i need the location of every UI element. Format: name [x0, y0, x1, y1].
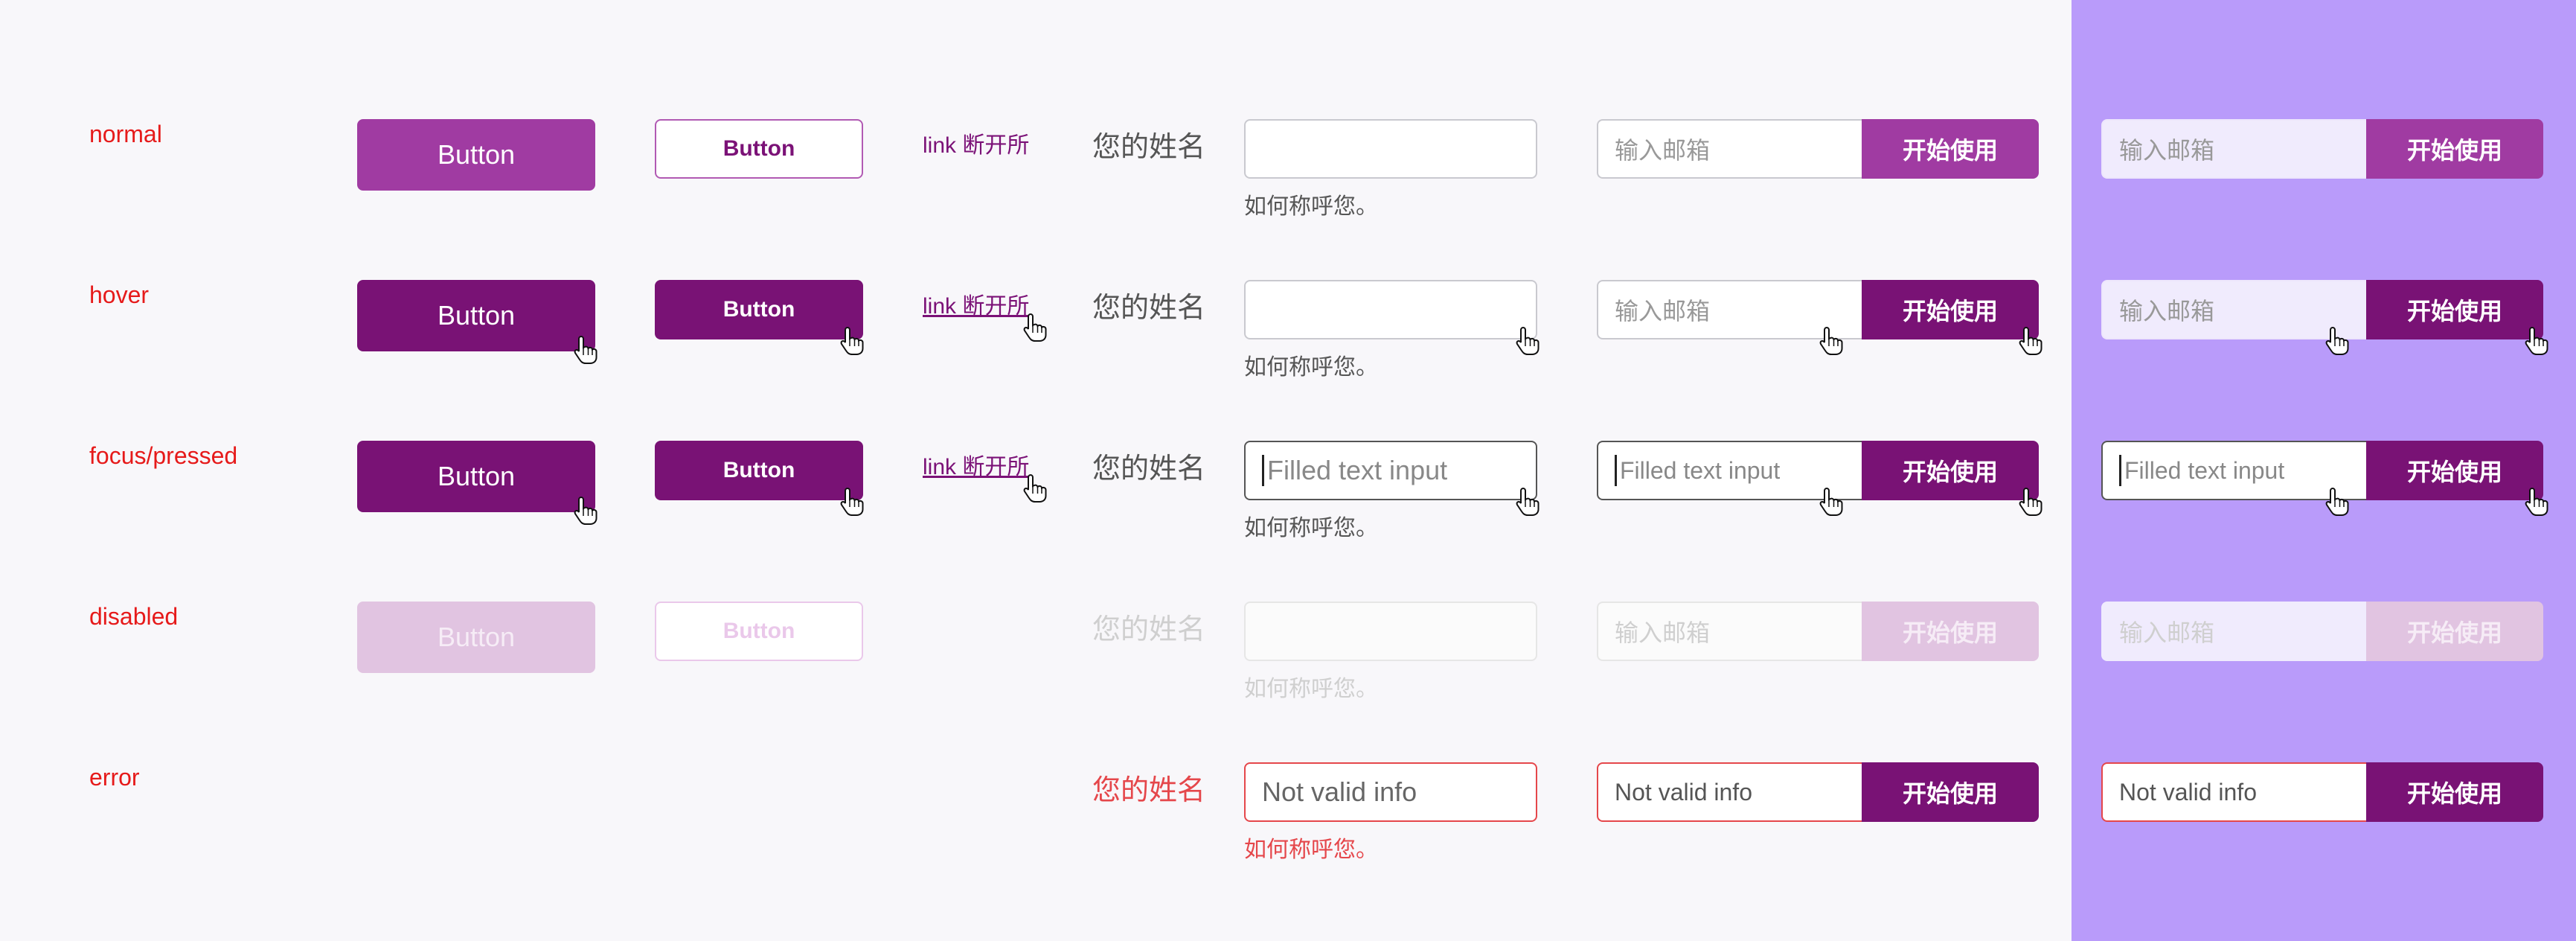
name-input[interactable]: [1244, 280, 1537, 339]
hand-pointer-icon: [1516, 326, 1539, 355]
primary-button-large[interactable]: Button: [357, 280, 595, 351]
hand-pointer-icon: [2325, 487, 2349, 516]
text-link[interactable]: link 断开所: [923, 453, 1029, 482]
text-link[interactable]: link 断开所: [923, 131, 1029, 161]
name-input[interactable]: Not valid info: [1244, 762, 1537, 822]
name-helper-text: 如何称呼您。: [1244, 838, 1378, 862]
row-focus-pressed: focus/pressed Button Button link 断开所 您的姓…: [0, 441, 2576, 560]
get-started-button: 开始使用: [2366, 602, 2543, 661]
name-field-label: 您的姓名: [1092, 614, 1206, 645]
primary-button-large[interactable]: Button: [357, 441, 595, 512]
hand-pointer-icon: [2525, 326, 2548, 355]
hand-pointer-icon: [1023, 473, 1047, 503]
outline-button[interactable]: Button: [655, 119, 863, 179]
get-started-button: 开始使用: [1862, 602, 2039, 661]
row-normal: normal Button Button link 断开所 您的姓名 如何称呼您…: [0, 119, 2576, 238]
hand-pointer-icon: [1819, 326, 1843, 355]
hand-pointer-icon: [840, 487, 864, 516]
outline-button: Button: [655, 602, 863, 661]
get-started-button[interactable]: 开始使用: [2366, 119, 2543, 179]
name-field-label: 您的姓名: [1092, 132, 1206, 163]
email-input[interactable]: Not valid info: [1597, 762, 1862, 822]
email-input[interactable]: 输入邮箱: [1597, 119, 1862, 179]
email-input: 输入邮箱: [2101, 602, 2366, 661]
email-signup-combo-on-purple: Not valid info 开始使用: [2101, 762, 2543, 822]
hand-pointer-icon: [2019, 326, 2042, 355]
outline-button[interactable]: Button: [655, 280, 863, 339]
hand-pointer-icon: [840, 326, 864, 355]
name-helper-text: 如何称呼您。: [1244, 516, 1378, 540]
text-caret: [2119, 455, 2121, 486]
text-link[interactable]: link 断开所: [923, 292, 1029, 322]
name-input: [1244, 602, 1537, 661]
hand-pointer-icon: [1023, 313, 1047, 342]
hand-pointer-icon: [574, 496, 597, 525]
email-input[interactable]: Not valid info: [2101, 762, 2366, 822]
name-helper-text: 如何称呼您。: [1244, 194, 1378, 219]
email-signup-combo-on-purple: 输入邮箱 开始使用: [2101, 602, 2543, 661]
outline-button[interactable]: Button: [655, 441, 863, 500]
email-signup-combo: 输入邮箱 开始使用: [1597, 602, 2039, 661]
hand-pointer-icon: [1516, 487, 1539, 516]
hand-pointer-icon: [2019, 487, 2042, 516]
state-label: normal: [89, 121, 162, 147]
get-started-button[interactable]: 开始使用: [1862, 119, 2039, 179]
email-signup-combo: Filled text input 开始使用: [1597, 441, 2039, 500]
hand-pointer-icon: [574, 335, 597, 364]
email-input: 输入邮箱: [1597, 602, 1862, 661]
get-started-button[interactable]: 开始使用: [2366, 441, 2543, 500]
name-input-value: Filled text input: [1267, 455, 1448, 485]
hand-pointer-icon: [1819, 487, 1843, 516]
state-label: disabled: [89, 603, 179, 630]
hand-pointer-icon: [2325, 326, 2349, 355]
email-signup-combo: 输入邮箱 开始使用: [1597, 119, 2039, 179]
email-signup-combo: Not valid info 开始使用: [1597, 762, 2039, 822]
email-input[interactable]: 输入邮箱: [2101, 119, 2366, 179]
row-error: error 您的姓名 Not valid info 如何称呼您。 Not val…: [0, 762, 2576, 881]
name-input[interactable]: [1244, 119, 1537, 179]
name-helper-text: 如何称呼您。: [1244, 355, 1378, 380]
state-label: focus/pressed: [89, 442, 238, 469]
hand-pointer-icon: [2525, 487, 2548, 516]
get-started-button[interactable]: 开始使用: [1862, 762, 2039, 822]
name-field-label: 您的姓名: [1092, 775, 1206, 806]
email-input-value: Filled text input: [1620, 456, 1781, 484]
get-started-button[interactable]: 开始使用: [2366, 280, 2543, 339]
primary-button-large: Button: [357, 602, 595, 673]
get-started-button[interactable]: 开始使用: [1862, 280, 2039, 339]
email-signup-combo: 输入邮箱 开始使用: [1597, 280, 2039, 339]
row-hover: hover Button Button link 断开所 您的姓名 如何称呼您。…: [0, 280, 2576, 399]
primary-button-large[interactable]: Button: [357, 119, 595, 191]
name-field-label: 您的姓名: [1092, 293, 1206, 324]
name-input-value: Not valid info: [1262, 776, 1417, 807]
get-started-button[interactable]: 开始使用: [1862, 441, 2039, 500]
name-field-label: 您的姓名: [1092, 453, 1206, 485]
email-input-value: Filled text input: [2124, 456, 2285, 484]
row-disabled: disabled Button Button 您的姓名 如何称呼您。 输入邮箱 …: [0, 602, 2576, 721]
email-signup-combo-on-purple: Filled text input 开始使用: [2101, 441, 2543, 500]
text-caret: [1262, 455, 1264, 486]
get-started-button[interactable]: 开始使用: [2366, 762, 2543, 822]
text-caret: [1615, 455, 1617, 486]
state-label: error: [89, 764, 140, 791]
state-label: hover: [89, 281, 150, 308]
name-input[interactable]: Filled text input: [1244, 441, 1537, 500]
email-signup-combo-on-purple: 输入邮箱 开始使用: [2101, 119, 2543, 179]
name-helper-text: 如何称呼您。: [1244, 677, 1378, 701]
email-signup-combo-on-purple: 输入邮箱 开始使用: [2101, 280, 2543, 339]
